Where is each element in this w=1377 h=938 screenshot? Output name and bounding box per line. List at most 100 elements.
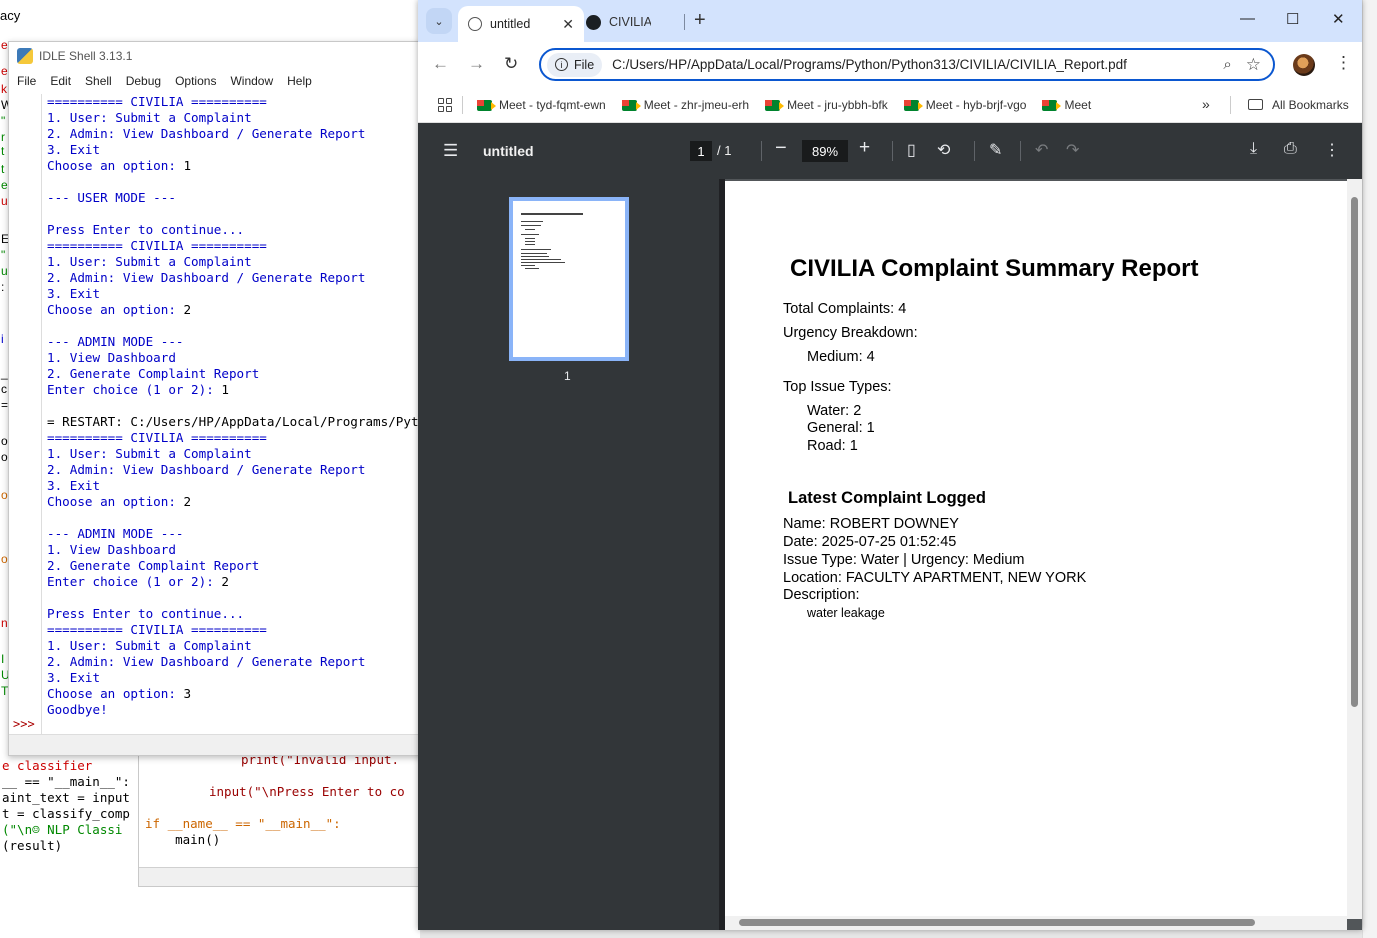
background-char: u xyxy=(1,194,8,208)
pdf-viewport[interactable]: CIVILIA Complaint Summary Report Total C… xyxy=(725,179,1362,930)
page-number-input[interactable]: 1 xyxy=(690,141,712,161)
undo-icon[interactable]: ↶ xyxy=(1035,140,1048,160)
idle-horizontal-scrollbar[interactable] xyxy=(9,734,421,755)
background-char: e xyxy=(1,64,8,78)
folder-icon xyxy=(1248,99,1263,110)
zoom-in-button[interactable]: + xyxy=(859,137,870,159)
profile-avatar[interactable] xyxy=(1293,54,1315,76)
idle-menu-file[interactable]: File xyxy=(17,74,36,88)
shell-line: Choose an option: 3 xyxy=(47,686,192,701)
scrollbar-thumb[interactable] xyxy=(739,919,1255,926)
issue-type-item: Road: 1 xyxy=(807,438,858,454)
google-meet-icon xyxy=(1042,99,1062,111)
download-icon[interactable]: ⤓ xyxy=(1250,140,1257,158)
shell-line: ========== CIVILIA ========== xyxy=(47,94,267,109)
back-arrow-icon[interactable]: ← xyxy=(432,54,449,74)
chrome-window[interactable]: ⌄ untitled ✕ CIVILIA + — ☐ ✕ ← → ↻ i Fil… xyxy=(418,0,1362,930)
shell-line: 2. Generate Complaint Report xyxy=(47,558,260,573)
pdf-thumbnail-sidebar: 1 xyxy=(418,179,719,930)
chrome-menu-icon[interactable]: ⋮ xyxy=(1335,53,1352,73)
shell-line: 1. User: Submit a Complaint xyxy=(47,446,252,461)
editor-code-line: input("\nPress Enter to co xyxy=(209,784,405,799)
report-title: CIVILIA Complaint Summary Report xyxy=(790,255,1199,282)
urgency-item: Medium: 4 xyxy=(807,349,875,365)
rotate-icon[interactable]: ⟲ xyxy=(937,140,950,160)
address-bar[interactable]: i File C:/Users/HP/AppData/Local/Program… xyxy=(539,48,1275,81)
menu-hamburger-icon[interactable]: ☰ xyxy=(443,141,458,161)
shell-line: Enter choice (1 or 2): 2 xyxy=(47,574,229,589)
pdf-horizontal-scrollbar[interactable] xyxy=(725,916,1347,930)
bookmark-item[interactable]: Meet - jru-ybbh-bfk xyxy=(765,98,888,112)
shell-line: 2. Admin: View Dashboard / Generate Repo… xyxy=(47,462,366,477)
page-total: / 1 xyxy=(717,143,732,158)
scrollbar-thumb[interactable] xyxy=(1351,197,1358,707)
site-info-chip[interactable]: i File xyxy=(547,52,603,77)
background-char: o xyxy=(1,434,8,448)
minimize-button[interactable]: — xyxy=(1240,10,1255,27)
bookmarks-divider xyxy=(462,96,463,114)
bookmark-item[interactable]: Meet - tyd-fqmt-ewn xyxy=(477,98,606,112)
tab-untitled[interactable]: untitled ✕ xyxy=(458,6,584,42)
reload-icon[interactable]: ↻ xyxy=(504,54,518,74)
idle-menu-shell[interactable]: Shell xyxy=(85,74,112,88)
complaint-date: Date: 2025-07-25 01:52:45 xyxy=(783,534,957,550)
bookmarks-divider xyxy=(1230,96,1231,114)
bookmark-item[interactable]: Meet - hyb-brjf-vgo xyxy=(903,98,1027,112)
bookmarks-overflow-button[interactable]: » xyxy=(1202,96,1210,112)
annotate-pen-icon[interactable]: ✎ xyxy=(989,140,1002,160)
tab-title: untitled xyxy=(490,17,531,31)
idle-shell-window[interactable]: IDLE Shell 3.13.1 File Edit Shell Debug Opti… xyxy=(8,41,422,756)
maximize-button[interactable]: ☐ xyxy=(1286,10,1299,28)
bookmark-item[interactable]: Meet xyxy=(1042,98,1091,112)
complaint-description: water leakage xyxy=(807,606,885,620)
bookmark-star-icon[interactable]: ☆ xyxy=(1246,55,1261,75)
all-bookmarks-button[interactable]: All Bookmarks xyxy=(1272,98,1349,112)
shell-line: --- ADMIN MODE --- xyxy=(47,526,184,541)
shell-text[interactable]: ========== CIVILIA ========== 1. User: Su… xyxy=(47,94,421,718)
url-text[interactable]: C:/Users/HP/AppData/Local/Programs/Pytho… xyxy=(612,57,1223,72)
print-icon[interactable]: ⎙ xyxy=(1284,140,1297,158)
new-tab-button[interactable]: + xyxy=(694,9,706,32)
background-editor-window[interactable]: print("Invalid input. input("\nPress Ente… xyxy=(138,735,422,887)
idle-menu-debug[interactable]: Debug xyxy=(126,74,161,88)
google-meet-icon xyxy=(477,99,496,111)
latest-complaint-heading: Latest Complaint Logged xyxy=(788,489,986,507)
tab-search-button[interactable]: ⌄ xyxy=(426,8,452,34)
apps-grid-icon[interactable] xyxy=(438,98,452,112)
redo-icon[interactable]: ↷ xyxy=(1066,140,1079,160)
close-window-button[interactable]: ✕ xyxy=(1332,10,1345,28)
thumbnail-preview xyxy=(513,201,625,357)
idle-menu-help[interactable]: Help xyxy=(287,74,312,88)
shell-line: 1. View Dashboard xyxy=(47,542,176,557)
idle-menu-edit[interactable]: Edit xyxy=(50,74,71,88)
forward-arrow-icon[interactable]: → xyxy=(468,54,485,74)
background-char: : xyxy=(1,280,5,294)
idle-titlebar[interactable]: IDLE Shell 3.13.1 xyxy=(9,42,421,70)
bookmark-item[interactable]: Meet - zhr-jmeu-erh xyxy=(621,98,749,112)
fit-page-icon[interactable]: ▯ xyxy=(907,140,916,160)
shell-line: 2. Generate Complaint Report xyxy=(47,366,260,381)
shell-line: ========== CIVILIA ========== xyxy=(47,238,267,253)
background-char: n xyxy=(1,616,8,630)
idle-prompt-gutter: >>> xyxy=(9,94,42,735)
idle-shell-output[interactable]: >>> ========== CIVILIA ========== 1. User… xyxy=(9,94,421,735)
shell-line: Press Enter to continue... xyxy=(47,606,245,621)
idle-menu-window[interactable]: Window xyxy=(230,74,273,88)
info-icon: i xyxy=(555,58,568,71)
shell-prompt: >>> xyxy=(13,717,35,731)
idle-menu-options[interactable]: Options xyxy=(175,74,216,88)
zoom-level-input[interactable]: 89% xyxy=(802,140,848,162)
thumbnail-page-number: 1 xyxy=(564,369,571,383)
tab-civilia[interactable]: CIVILIA xyxy=(578,6,698,38)
bookmark-label: Meet - hyb-brjf-vgo xyxy=(925,98,1027,112)
close-icon[interactable]: ✕ xyxy=(562,16,574,33)
more-options-icon[interactable]: ⋮ xyxy=(1324,140,1340,160)
pdf-vertical-scrollbar[interactable] xyxy=(1347,179,1362,919)
shell-line: 1. User: Submit a Complaint xyxy=(47,638,252,653)
zoom-magnifier-icon[interactable]: ⌕ xyxy=(1223,56,1231,73)
zoom-out-button[interactable]: − xyxy=(775,137,787,160)
google-meet-icon xyxy=(903,99,923,111)
background-code-line: ("\n☺ NLP Classi xyxy=(2,822,123,837)
page-thumbnail[interactable] xyxy=(509,197,629,361)
